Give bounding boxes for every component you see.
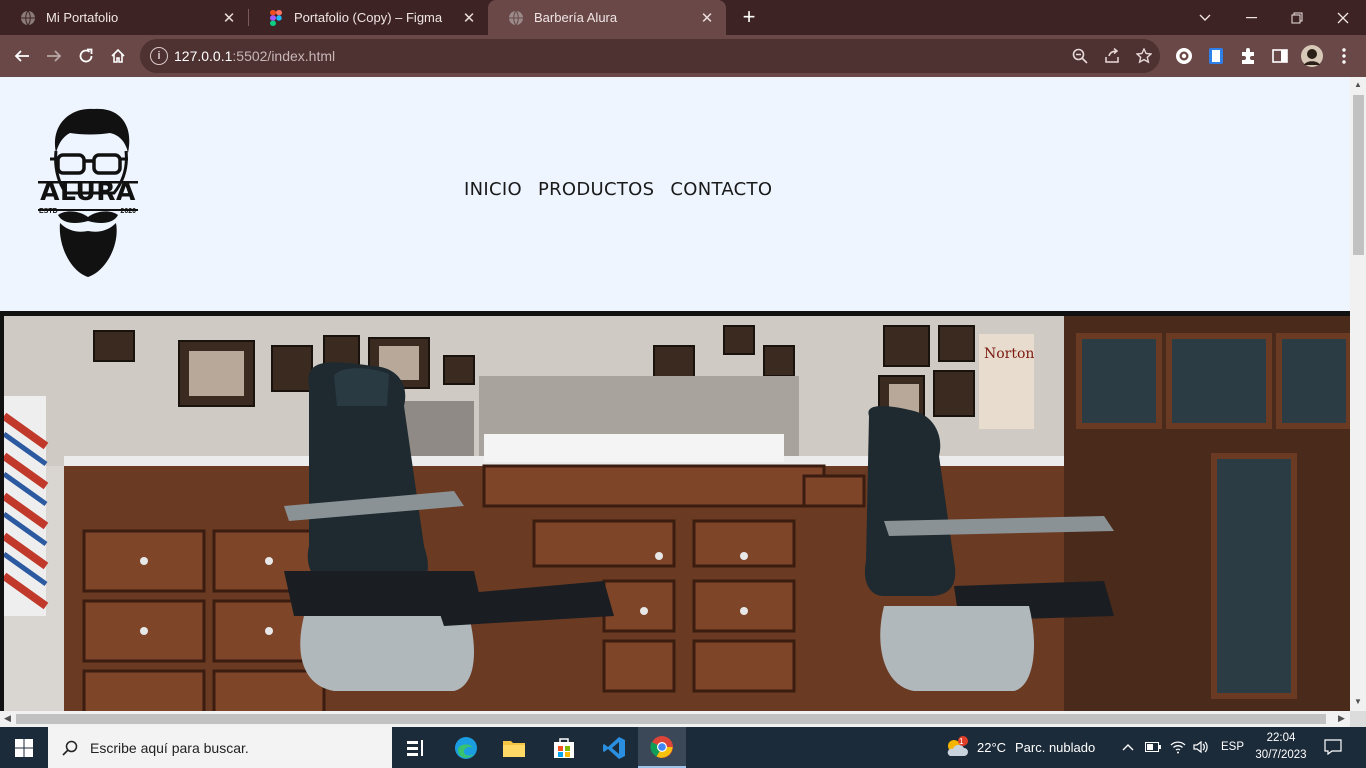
site-info-icon[interactable]: i bbox=[150, 47, 168, 65]
edge-icon bbox=[455, 736, 477, 759]
home-button[interactable] bbox=[103, 41, 133, 71]
clock-date: 30/7/2023 bbox=[1255, 749, 1307, 761]
language-indicator[interactable]: ESP bbox=[1221, 741, 1244, 753]
logo-estd: ESTD bbox=[39, 208, 58, 215]
start-button[interactable] bbox=[0, 727, 48, 768]
wifi-icon[interactable] bbox=[1168, 737, 1188, 757]
search-placeholder: Escribe aquí para buscar. bbox=[90, 739, 249, 756]
weather-badge: 1 bbox=[959, 737, 964, 746]
bookmark-star-icon[interactable] bbox=[1134, 46, 1154, 66]
profile-avatar[interactable] bbox=[1300, 44, 1324, 68]
store-app[interactable] bbox=[540, 727, 588, 768]
logo-wordmark: ALURA bbox=[40, 177, 136, 206]
chrome-icon bbox=[650, 735, 673, 758]
address-bar[interactable]: i 127.0.0.1:5502/index.html bbox=[140, 39, 1160, 73]
edge-app[interactable] bbox=[442, 727, 490, 768]
close-window-button[interactable] bbox=[1320, 0, 1366, 35]
tab-title: Mi Portafolio bbox=[46, 10, 119, 25]
task-view-button[interactable] bbox=[392, 727, 440, 768]
close-tab-icon[interactable]: ✕ bbox=[458, 9, 480, 27]
scroll-up-arrow-icon[interactable]: ▲ bbox=[1353, 80, 1363, 89]
vertical-scroll-thumb[interactable] bbox=[1353, 95, 1364, 255]
main-nav: INICIO PRODUCTOS CONTACTO bbox=[464, 179, 772, 200]
forward-button[interactable] bbox=[39, 41, 69, 71]
url-text[interactable]: 127.0.0.1:5502/index.html bbox=[174, 48, 335, 64]
tab-barberia-alura[interactable]: Barbería Alura ✕ bbox=[488, 0, 726, 35]
search-icon bbox=[62, 740, 78, 756]
tab-search-chevron-icon[interactable] bbox=[1182, 0, 1228, 35]
svg-text:Norton: Norton bbox=[984, 346, 1034, 362]
share-icon[interactable] bbox=[1102, 46, 1122, 66]
tab-title: Barbería Alura bbox=[534, 10, 618, 25]
new-tab-button[interactable]: + bbox=[736, 4, 762, 30]
close-tab-icon[interactable]: ✕ bbox=[218, 9, 240, 27]
system-clock[interactable]: 22:04 30/7/2023 bbox=[1246, 730, 1316, 764]
task-view-icon bbox=[407, 739, 423, 756]
scroll-down-arrow-icon[interactable]: ▼ bbox=[1353, 697, 1363, 706]
chevron-up-icon[interactable] bbox=[1118, 737, 1138, 757]
back-button[interactable] bbox=[7, 41, 37, 71]
scroll-left-arrow-icon[interactable]: ◀ bbox=[4, 713, 11, 724]
notifications-icon[interactable] bbox=[1322, 737, 1344, 757]
restore-button[interactable] bbox=[1274, 0, 1320, 35]
clock-time: 22:04 bbox=[1266, 732, 1296, 744]
battery-icon[interactable] bbox=[1143, 737, 1163, 757]
url-host: 127.0.0.1 bbox=[174, 48, 233, 64]
browser-toolbar: i 127.0.0.1:5502/index.html bbox=[0, 35, 1366, 77]
globe-icon bbox=[508, 10, 524, 26]
tab-figma[interactable]: Portafolio (Copy) – Figma ✕ bbox=[248, 0, 488, 35]
tab-mi-portafolio[interactable]: Mi Portafolio ✕ bbox=[0, 0, 248, 35]
logo-year: 2020 bbox=[120, 208, 136, 215]
tab-title: Portafolio (Copy) – Figma bbox=[294, 10, 443, 25]
vscode-icon bbox=[603, 736, 625, 759]
browser-tab-strip: Mi Portafolio ✕ Portafolio (Copy) – Figm… bbox=[0, 0, 1366, 35]
side-panel-icon[interactable] bbox=[1268, 44, 1292, 68]
weather-temperature[interactable]: 22°C bbox=[977, 740, 1006, 755]
scroll-right-arrow-icon[interactable]: ▶ bbox=[1338, 713, 1345, 724]
weather-description[interactable]: Parc. nublado bbox=[1015, 740, 1095, 755]
figma-icon bbox=[268, 9, 284, 26]
vertical-scrollbar[interactable]: ▲ ▼ bbox=[1350, 77, 1366, 711]
horizontal-scroll-thumb[interactable] bbox=[16, 714, 1326, 724]
windows-taskbar: Escribe aquí para buscar. 1 22°C Parc. n… bbox=[0, 727, 1366, 768]
vscode-app[interactable] bbox=[590, 727, 638, 768]
extension-icon[interactable] bbox=[1172, 44, 1196, 68]
hero-banner: Norton bbox=[0, 311, 1350, 711]
file-explorer-app[interactable] bbox=[490, 727, 538, 768]
weather-icon[interactable]: 1 bbox=[944, 736, 970, 757]
minimize-button[interactable] bbox=[1228, 0, 1274, 35]
taskbar-search[interactable]: Escribe aquí para buscar. bbox=[48, 727, 392, 768]
barbershop-photo: Norton bbox=[4, 316, 1350, 711]
alura-logo[interactable]: ALURA ESTD 2020 bbox=[36, 105, 140, 281]
nav-link-productos[interactable]: PRODUCTOS bbox=[538, 179, 654, 200]
nav-link-inicio[interactable]: INICIO bbox=[464, 179, 522, 200]
browser-menu-icon[interactable] bbox=[1332, 44, 1356, 68]
volume-icon[interactable] bbox=[1191, 737, 1211, 757]
globe-icon bbox=[20, 10, 36, 26]
close-tab-icon[interactable]: ✕ bbox=[696, 9, 718, 27]
page-viewport: ALURA ESTD 2020 INICIO PRODUCTOS CONTACT… bbox=[0, 77, 1350, 711]
zoom-icon[interactable] bbox=[1070, 46, 1090, 66]
chrome-app[interactable] bbox=[638, 727, 686, 768]
scrollbar-corner bbox=[1350, 711, 1366, 727]
horizontal-scrollbar[interactable]: ◀ ▶ bbox=[0, 711, 1350, 727]
extension-icon[interactable] bbox=[1204, 44, 1228, 68]
store-icon bbox=[554, 737, 574, 758]
nav-link-contacto[interactable]: CONTACTO bbox=[670, 179, 772, 200]
reload-button[interactable] bbox=[71, 41, 101, 71]
url-path: :5502/index.html bbox=[232, 48, 336, 64]
windows-logo-icon bbox=[15, 738, 33, 757]
puzzle-icon[interactable] bbox=[1236, 44, 1260, 68]
folder-icon bbox=[503, 740, 525, 757]
site-header: ALURA ESTD 2020 INICIO PRODUCTOS CONTACT… bbox=[0, 77, 1350, 311]
